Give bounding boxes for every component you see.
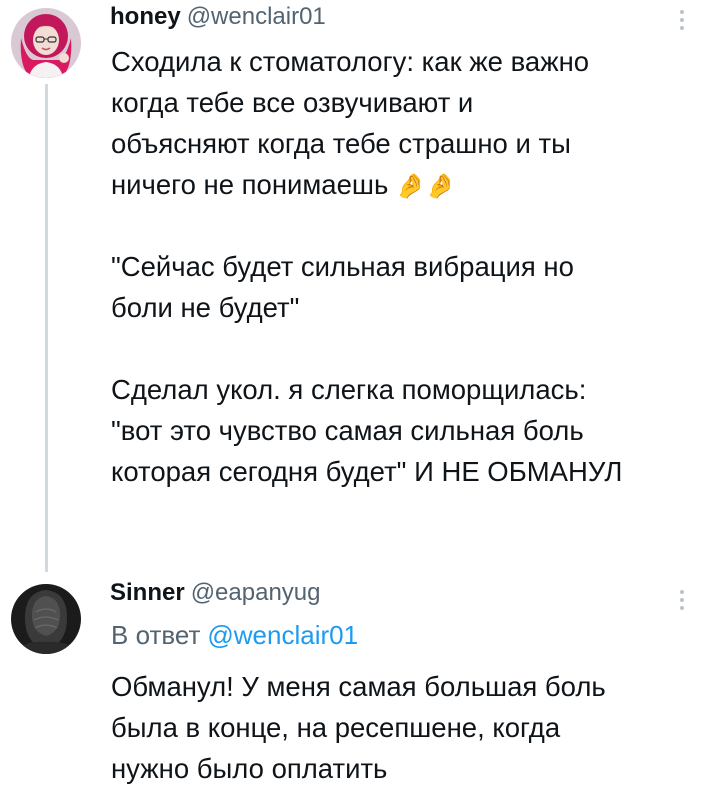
tweet-text-part-1: Сходила к стоматологу: как же важно когд… [111,46,590,200]
dot-icon [680,598,684,602]
tweet-text: Обманул! У меня самая большая боль была … [111,671,606,784]
display-name[interactable]: honey [110,3,181,30]
more-options-button[interactable] [670,5,694,35]
avatar[interactable] [11,584,81,654]
dot-icon [680,606,684,610]
reply-to-label: В ответ [111,620,201,650]
tweet[interactable]: honey @wenclair01 Сходила к стоматологу: … [0,0,709,572]
tweet[interactable]: Sinner @eapanyug В ответ @wenclair01 Обман… [0,575,709,800]
thread-connector-line [45,84,48,572]
reply-to-line: В ответ @wenclair01 [111,618,358,652]
pinched-fingers-icon: 🤌🤌 [395,173,456,200]
avatar-dark-hooded-figure-icon [11,584,81,654]
display-name[interactable]: Sinner [110,579,185,606]
user-handle[interactable]: @eapanyug [191,579,321,606]
dot-icon [680,590,684,594]
tweet-header: honey @wenclair01 [110,2,326,32]
dot-icon [680,18,684,22]
tweet-text: Сходила к стоматологу: как же важно когд… [111,41,696,492]
user-handle[interactable]: @wenclair01 [187,3,326,30]
tweet-text-part-2: "Сейчас будет сильная вибрация но боли н… [111,251,623,487]
dot-icon [680,26,684,30]
avatar-pink-hair-girl-icon [11,8,81,78]
tweet-header: Sinner @eapanyug [110,578,320,608]
more-options-button[interactable] [670,585,694,615]
avatar[interactable] [11,8,81,78]
dot-icon [680,10,684,14]
reply-mention-link[interactable]: @wenclair01 [207,620,358,650]
